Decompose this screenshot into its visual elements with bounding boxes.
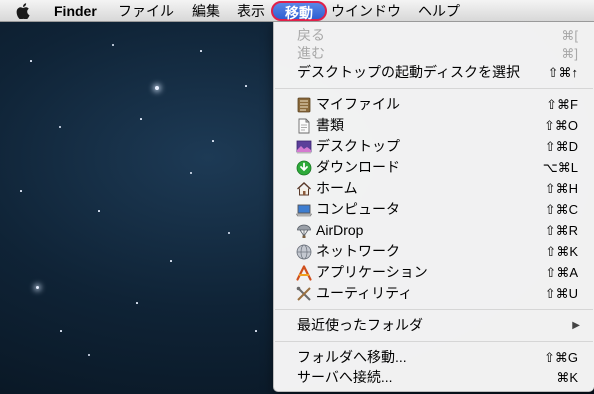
menu-item-shortcut: ⇧⌘G: [543, 350, 578, 365]
menu-item-home[interactable]: ホーム ⇧⌘H: [274, 178, 594, 199]
menu-edit[interactable]: 編集: [192, 0, 220, 22]
menu-item-shortcut: ⇧⌘C: [544, 202, 578, 217]
menu-item-shortcut: ⇧⌘K: [545, 244, 578, 259]
star: [200, 50, 202, 52]
menu-item-airdrop[interactable]: AirDrop ⇧⌘R: [274, 220, 594, 241]
menu-item-shortcut: ⇧⌘↑: [547, 65, 578, 80]
downloads-icon: [296, 160, 312, 176]
menu-item-shortcut: ⌘K: [556, 370, 578, 385]
menu-item-shortcut: ⇧⌘R: [544, 223, 578, 238]
menu-item-label: AirDrop: [316, 222, 364, 238]
menu-go[interactable]: 移動: [271, 1, 327, 21]
star: [88, 354, 90, 356]
all-my-files-icon: [297, 97, 311, 113]
menu-item-shortcut: ⌥⌘L: [542, 160, 578, 175]
star: [136, 302, 138, 304]
menu-item-shortcut: ⇧⌘O: [543, 118, 578, 133]
menu-item-label: コンピュータ: [316, 201, 400, 217]
menu-separator: [275, 88, 593, 89]
star: [30, 60, 32, 62]
menu-item-label: 進む: [297, 45, 325, 61]
star: [59, 126, 61, 128]
documents-icon: [298, 118, 310, 134]
star: [140, 118, 142, 120]
star: [20, 190, 22, 192]
menu-item-utilities[interactable]: ユーティリティ ⇧⌘U: [274, 283, 594, 304]
apple-menu[interactable]: [16, 0, 34, 22]
airdrop-icon: [297, 224, 311, 238]
menu-item-label: フォルダへ移動...: [297, 349, 407, 365]
menu-item-label: ネットワーク: [316, 243, 400, 259]
menu-item-startup-disk[interactable]: デスクトップの起動ディスクを選択 ⇧⌘↑: [274, 62, 594, 83]
menu-item-label: ホーム: [316, 180, 358, 196]
star: [228, 232, 230, 234]
go-dropdown-menu: 戻る ⌘[ 進む ⌘] デスクトップの起動ディスクを選択 ⇧⌘↑ マイファイル …: [273, 22, 594, 392]
menu-item-label: ユーティリティ: [316, 285, 413, 301]
utilities-icon: [296, 286, 311, 301]
star: [60, 330, 62, 332]
desktop-icon: [296, 140, 312, 154]
menu-item-applications[interactable]: アプリケーション ⇧⌘A: [274, 262, 594, 283]
menu-window[interactable]: ウインドウ: [331, 0, 401, 22]
menu-item-label: ダウンロード: [316, 159, 400, 175]
star: [190, 172, 192, 174]
star: [255, 330, 257, 332]
menu-item-shortcut: ⇧⌘U: [544, 286, 578, 301]
menu-view[interactable]: 表示: [237, 0, 265, 22]
home-icon: [297, 182, 311, 196]
apple-logo-icon: [16, 3, 30, 19]
applications-icon: [296, 265, 312, 281]
menu-finder[interactable]: Finder: [54, 0, 97, 22]
menu-item-network[interactable]: ネットワーク ⇧⌘K: [274, 241, 594, 262]
menu-item-shortcut: ⌘]: [561, 46, 578, 61]
computer-icon: [296, 204, 312, 217]
menu-item-computer[interactable]: コンピュータ ⇧⌘C: [274, 199, 594, 220]
star: [170, 260, 172, 262]
menu-separator: [275, 309, 593, 310]
menu-item-shortcut: ⇧⌘F: [546, 97, 578, 112]
star: [36, 286, 39, 289]
menu-item-label: デスクトップ: [316, 138, 400, 154]
menu-item-downloads[interactable]: ダウンロード ⌥⌘L: [274, 157, 594, 178]
menu-bar: Finder ファイル 編集 表示 移動 ウインドウ ヘルプ: [0, 0, 594, 22]
menu-item-all-my-files[interactable]: マイファイル ⇧⌘F: [274, 94, 594, 115]
star: [112, 44, 114, 46]
menu-item-label: サーバへ接続...: [297, 369, 393, 385]
menu-item-label: アプリケーション: [316, 264, 428, 280]
star: [245, 85, 247, 87]
menu-item-forward[interactable]: 進む ⌘]: [274, 43, 594, 64]
star: [212, 140, 214, 142]
network-icon: [296, 244, 312, 260]
menu-item-label: デスクトップの起動ディスクを選択: [297, 64, 521, 80]
menu-item-label: 書類: [316, 117, 344, 133]
menu-item-shortcut: ⇧⌘H: [544, 181, 578, 196]
menu-separator: [275, 341, 593, 342]
menu-file[interactable]: ファイル: [118, 0, 174, 22]
star: [155, 86, 159, 90]
menu-item-go-to-folder[interactable]: フォルダへ移動... ⇧⌘G: [274, 347, 594, 368]
menu-help[interactable]: ヘルプ: [418, 0, 460, 22]
menu-item-label: マイファイル: [316, 96, 400, 112]
menu-item-documents[interactable]: 書類 ⇧⌘O: [274, 115, 594, 136]
menu-item-desktop[interactable]: デスクトップ ⇧⌘D: [274, 136, 594, 157]
star: [98, 210, 100, 212]
menu-item-connect-to-server[interactable]: サーバへ接続... ⌘K: [274, 367, 594, 388]
submenu-arrow-icon: ▶: [572, 320, 580, 331]
menu-item-label: 最近使ったフォルダ: [297, 317, 423, 333]
menu-item-recent-folders[interactable]: 最近使ったフォルダ ▶: [274, 315, 594, 336]
menu-item-shortcut: ⇧⌘D: [544, 139, 578, 154]
menu-item-shortcut: ⇧⌘A: [545, 265, 578, 280]
